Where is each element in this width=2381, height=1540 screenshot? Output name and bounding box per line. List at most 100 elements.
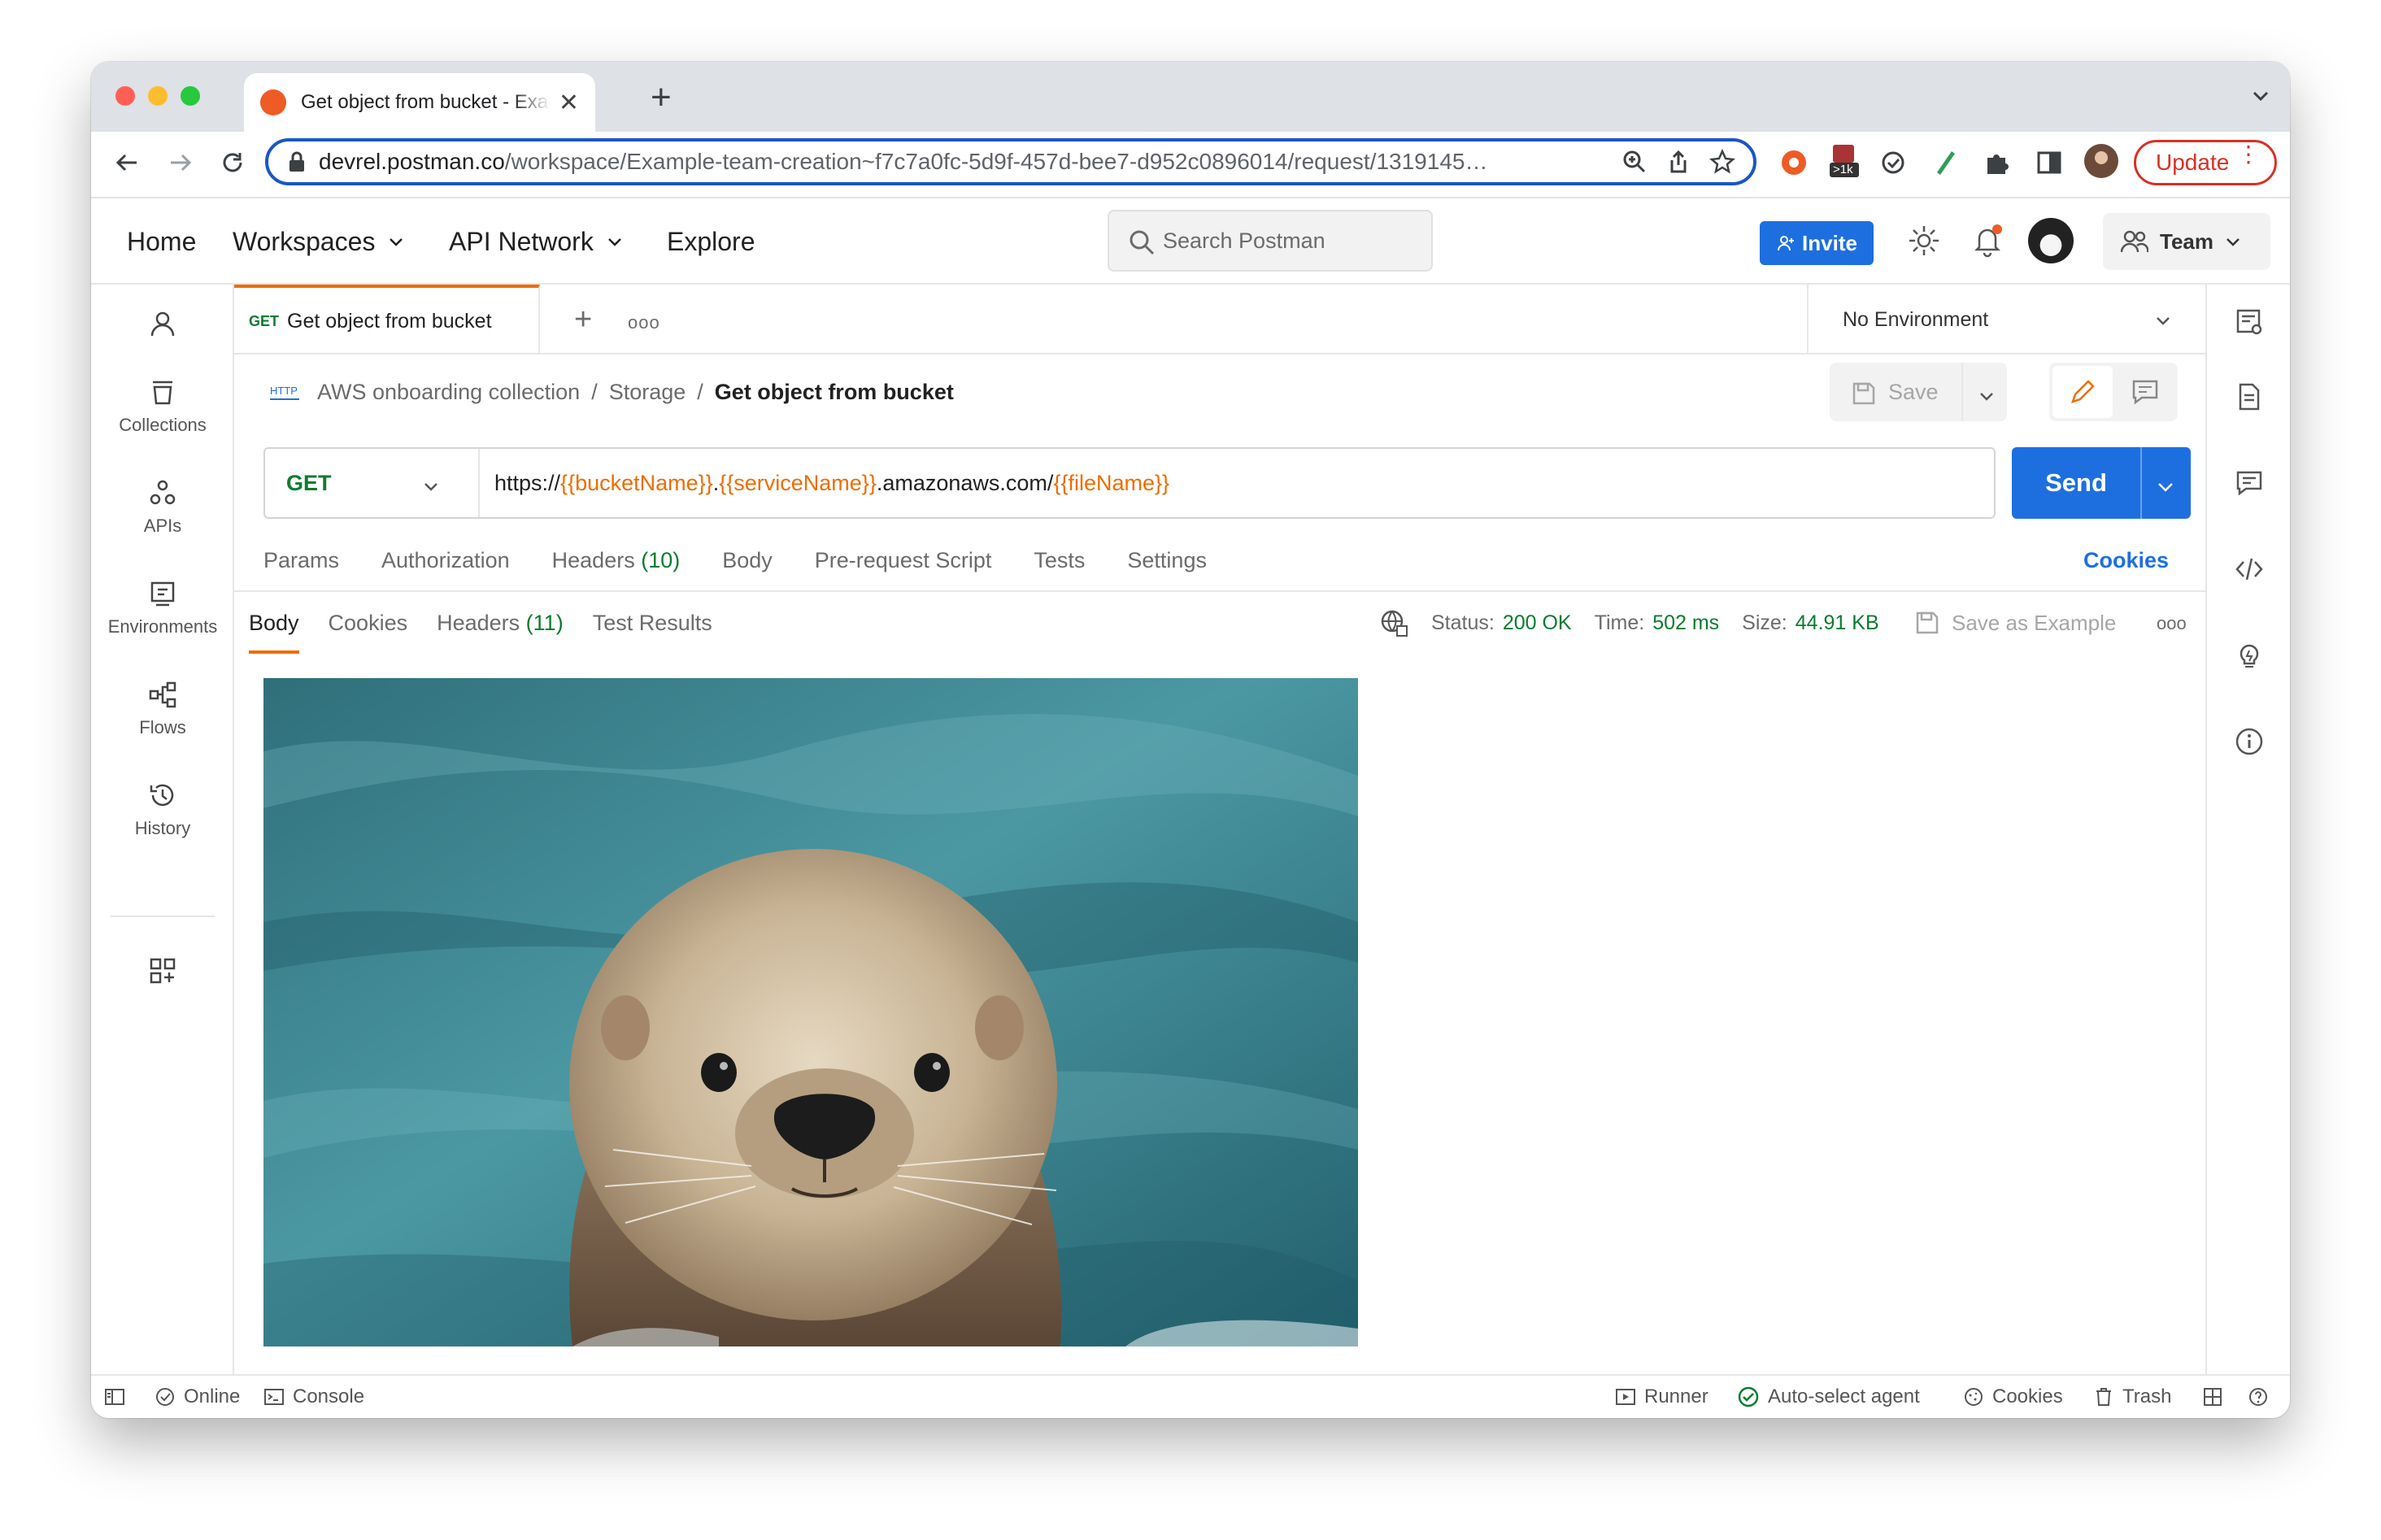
- runner-button[interactable]: Runner: [1615, 1376, 1708, 1418]
- extension-badge-count: >1k: [1833, 163, 1853, 176]
- extension-sync-icon[interactable]: [1878, 148, 1908, 177]
- help-icon[interactable]: [2248, 1376, 2277, 1418]
- extension-badge-icon[interactable]: >1k: [1828, 143, 1861, 179]
- time-value[interactable]: 502 ms: [1652, 611, 1719, 635]
- reload-icon[interactable]: [218, 148, 247, 177]
- sidebar-user[interactable]: [91, 309, 234, 346]
- save-options-chevron-icon[interactable]: [1978, 387, 1996, 405]
- response-more-icon[interactable]: ooo: [2157, 613, 2187, 634]
- tabs-more-icon[interactable]: ooo: [628, 312, 660, 333]
- bookmark-star-icon[interactable]: [1709, 149, 1735, 175]
- breadcrumb-collection[interactable]: AWS onboarding collection: [317, 380, 580, 405]
- response-meta: Status: 200 OK Time: 502 ms Size: 44.91 …: [1379, 592, 1879, 654]
- close-window-button[interactable]: [115, 86, 135, 106]
- tab-search-chevron-icon[interactable]: [2249, 85, 2272, 107]
- response-tab-test-results[interactable]: Test Results: [593, 611, 712, 636]
- http-method-select[interactable]: GET: [265, 449, 480, 517]
- browser-menu-icon[interactable]: ⋮: [2237, 143, 2260, 166]
- status-label: Status:: [1431, 611, 1495, 634]
- zoom-icon[interactable]: [1621, 149, 1648, 175]
- nav-api-network[interactable]: API Network: [449, 198, 625, 285]
- send-options-chevron-icon[interactable]: [2155, 476, 2176, 498]
- nav-home[interactable]: Home: [127, 198, 196, 285]
- auto-select-agent-button[interactable]: Auto-select agent: [1737, 1376, 1920, 1418]
- sidebar-item-collections[interactable]: Collections: [91, 377, 234, 436]
- toggle-sidebar-icon[interactable]: [104, 1376, 133, 1418]
- documentation-icon[interactable]: [2235, 382, 2264, 411]
- nav-workspaces[interactable]: Workspaces: [233, 198, 406, 285]
- request-tab-active[interactable]: GET Get object from bucket: [234, 285, 540, 355]
- save-as-example-button[interactable]: Save as Example: [1914, 592, 2116, 654]
- response-tab-headers[interactable]: Headers (11): [437, 611, 564, 636]
- environment-selector[interactable]: No Environment: [1807, 285, 2205, 355]
- save-button[interactable]: Save: [1830, 363, 1963, 421]
- notifications-bell-icon[interactable]: [1970, 223, 2005, 259]
- tab-params[interactable]: Params: [263, 548, 339, 573]
- check-circle-icon: [156, 1388, 174, 1406]
- layout-toggle-icon[interactable]: [2202, 1376, 2231, 1418]
- settings-gear-icon[interactable]: [1906, 223, 1942, 259]
- response-tab-cookies[interactable]: Cookies: [329, 611, 408, 636]
- share-icon[interactable]: [1665, 149, 1691, 175]
- cookies-link[interactable]: Cookies: [2083, 532, 2169, 589]
- chevron-down-icon: [390, 238, 403, 246]
- sidebar-item-apis[interactable]: APIs: [91, 478, 234, 537]
- browser-tab-strip: Get object from bucket - Example team cr…: [91, 62, 2290, 132]
- info-icon[interactable]: [2235, 727, 2264, 756]
- send-button[interactable]: Send: [2012, 447, 2142, 519]
- edit-mode-button[interactable]: [2052, 366, 2113, 418]
- postman-header: Home Workspaces API Network Explore Sear…: [91, 198, 2290, 285]
- zoom-window-button[interactable]: [181, 86, 200, 106]
- trash-button[interactable]: Trash: [2093, 1376, 2171, 1418]
- console-icon: [264, 1389, 284, 1405]
- search-postman-input[interactable]: Search Postman: [1108, 210, 1433, 272]
- size-value[interactable]: 44.91 KB: [1796, 611, 1879, 635]
- sidebar-item-environments[interactable]: Environments: [91, 579, 234, 637]
- new-request-tab-button[interactable]: +: [574, 302, 592, 337]
- tab-body[interactable]: Body: [722, 548, 773, 573]
- breadcrumb-request[interactable]: Get object from bucket: [715, 380, 954, 405]
- nav-explore[interactable]: Explore: [667, 198, 755, 285]
- user-avatar[interactable]: [2028, 218, 2074, 263]
- invite-button[interactable]: Invite: [1760, 221, 1874, 265]
- minimize-window-button[interactable]: [148, 86, 168, 106]
- tab-headers[interactable]: Headers (10): [552, 548, 681, 573]
- online-status[interactable]: Online: [155, 1376, 240, 1418]
- url-omnibox[interactable]: devrel.postman.co/workspace/Example-team…: [265, 138, 1756, 185]
- team-selector[interactable]: Team: [2103, 213, 2270, 270]
- profile-avatar[interactable]: [2083, 143, 2119, 179]
- response-tab-body[interactable]: Body: [249, 611, 299, 654]
- status-value[interactable]: 200 OK: [1503, 611, 1572, 635]
- back-icon[interactable]: [112, 148, 141, 177]
- lock-icon: [289, 151, 304, 172]
- breadcrumb-folder[interactable]: Storage: [609, 380, 686, 405]
- url-path: /workspace/Example-team-creation~f7c7a0f…: [504, 149, 1488, 174]
- lightbulb-icon[interactable]: [2235, 641, 2264, 670]
- request-url-input[interactable]: https://{{bucketName}}. {{serviceName}} .a…: [494, 449, 1169, 517]
- variable-file-name: {{fileName}}: [1053, 470, 1170, 495]
- breadcrumb-separator: /: [697, 379, 703, 404]
- network-globe-icon[interactable]: [1379, 608, 1408, 637]
- close-tab-icon[interactable]: ✕: [559, 89, 579, 117]
- environment-quick-look-icon[interactable]: [2235, 307, 2264, 337]
- sidebar-item-flows[interactable]: Flows: [91, 680, 234, 738]
- tab-pre-request-script[interactable]: Pre-request Script: [815, 548, 992, 573]
- new-tab-button[interactable]: +: [651, 80, 672, 115]
- extensions-puzzle-icon[interactable]: [1983, 148, 2012, 177]
- tab-authorization[interactable]: Authorization: [381, 548, 510, 573]
- console-button[interactable]: Console: [263, 1376, 364, 1418]
- cookies-status-button[interactable]: Cookies: [1963, 1376, 2063, 1418]
- comment-mode-icon[interactable]: [2131, 377, 2160, 407]
- update-button[interactable]: Update ⋮: [2134, 140, 2277, 185]
- comments-icon[interactable]: [2235, 468, 2264, 498]
- tab-settings[interactable]: Settings: [1127, 548, 1207, 573]
- sidebar-add-item[interactable]: [91, 956, 234, 994]
- side-panel-icon[interactable]: [2035, 148, 2064, 177]
- extension-pen-icon[interactable]: [1930, 148, 1960, 177]
- browser-tab[interactable]: Get object from bucket - Example team cr…: [244, 73, 595, 132]
- tab-tests[interactable]: Tests: [1034, 548, 1085, 573]
- forward-icon[interactable]: [166, 148, 195, 177]
- extension-orange-icon[interactable]: [1779, 148, 1809, 177]
- sidebar-item-history[interactable]: History: [91, 781, 234, 839]
- code-icon[interactable]: [2235, 555, 2264, 584]
